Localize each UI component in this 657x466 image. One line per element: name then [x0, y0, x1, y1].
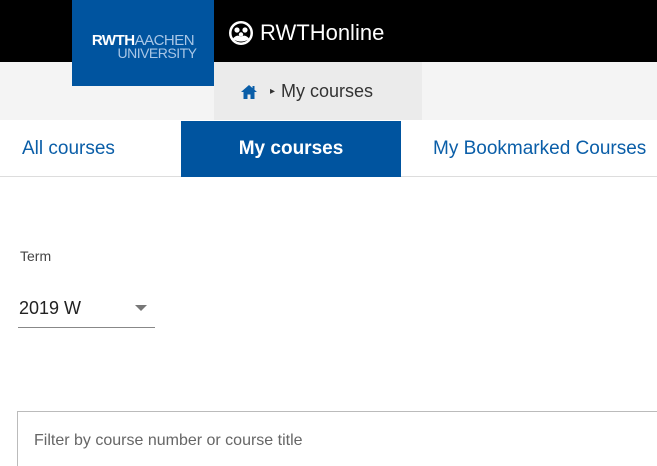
breadcrumb-current: My courses — [281, 81, 374, 101]
globe-people-icon — [229, 21, 253, 45]
tab-all-courses[interactable]: All courses — [22, 121, 115, 177]
page: RWTHAACHEN UNIVERSITY RWTHonline ▸ My co… — [0, 0, 657, 466]
tab-bookmarked-courses[interactable]: My Bookmarked Courses — [433, 121, 646, 177]
home-icon[interactable] — [240, 84, 258, 100]
breadcrumb-separator: ▸ — [270, 86, 276, 97]
course-filter-input[interactable] — [17, 411, 657, 466]
logo-wordmark: RWTHAACHEN UNIVERSITY — [72, 33, 214, 60]
rwth-logo[interactable]: RWTHAACHEN UNIVERSITY — [72, 0, 214, 86]
term-value: 2019 W — [19, 298, 82, 318]
app-title-text: RWTHonline — [260, 20, 385, 45]
breadcrumb: ▸ My courses — [240, 81, 373, 102]
term-label: Term — [20, 248, 52, 264]
dropdown-caret-icon — [135, 305, 147, 311]
term-select[interactable]: 2019 W — [18, 290, 155, 328]
tab-my-courses[interactable]: My courses — [181, 121, 401, 177]
app-title[interactable]: RWTHonline — [228, 20, 384, 46]
course-tabs: All courses My courses My Bookmarked Cou… — [0, 121, 657, 177]
